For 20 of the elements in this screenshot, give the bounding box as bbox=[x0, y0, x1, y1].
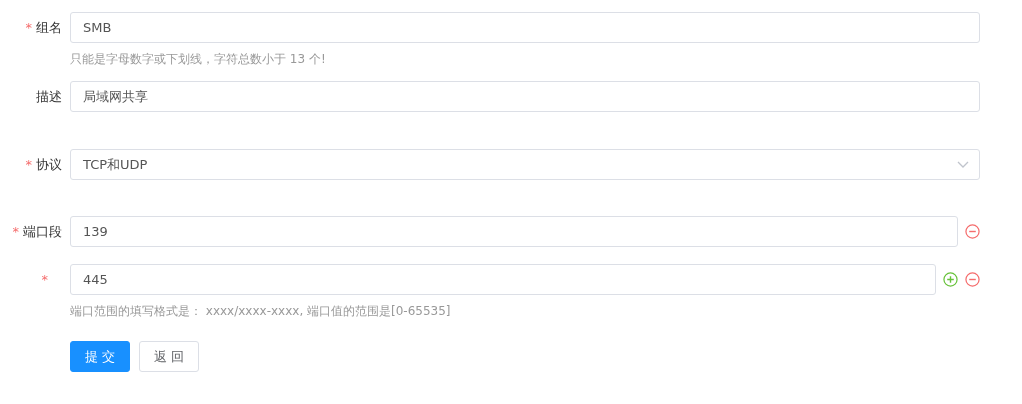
hint-text: 只能是字母数字或下划线，字符总数小于 13 个! bbox=[70, 51, 327, 67]
select-field[interactable]: TCP和UDP bbox=[70, 149, 980, 180]
field-label: 组名 bbox=[36, 18, 62, 37]
input-field[interactable]: 139 bbox=[70, 216, 958, 247]
required-mark: * bbox=[12, 224, 19, 239]
hint-text: 端口范围的填写格式是： xxxx/xxxx-xxxx, 端口值的范围是[0-65535] bbox=[70, 303, 452, 319]
remove-icon[interactable] bbox=[965, 272, 980, 287]
add-icon[interactable] bbox=[943, 272, 958, 287]
back-button[interactable]: 返 回 bbox=[139, 341, 200, 372]
input-field[interactable]: SMB bbox=[70, 12, 980, 43]
field-label: 协议 bbox=[36, 155, 62, 174]
required-mark: * bbox=[41, 272, 48, 287]
input-field[interactable]: 445 bbox=[70, 264, 936, 295]
field-label: 端口段 bbox=[23, 222, 62, 241]
chevron-down-icon bbox=[957, 161, 969, 169]
field-label: 描述 bbox=[36, 87, 62, 106]
required-mark: * bbox=[25, 157, 32, 172]
required-mark: * bbox=[25, 20, 32, 35]
input-field[interactable]: 局域网共享 bbox=[70, 81, 980, 112]
remove-icon[interactable] bbox=[965, 224, 980, 239]
